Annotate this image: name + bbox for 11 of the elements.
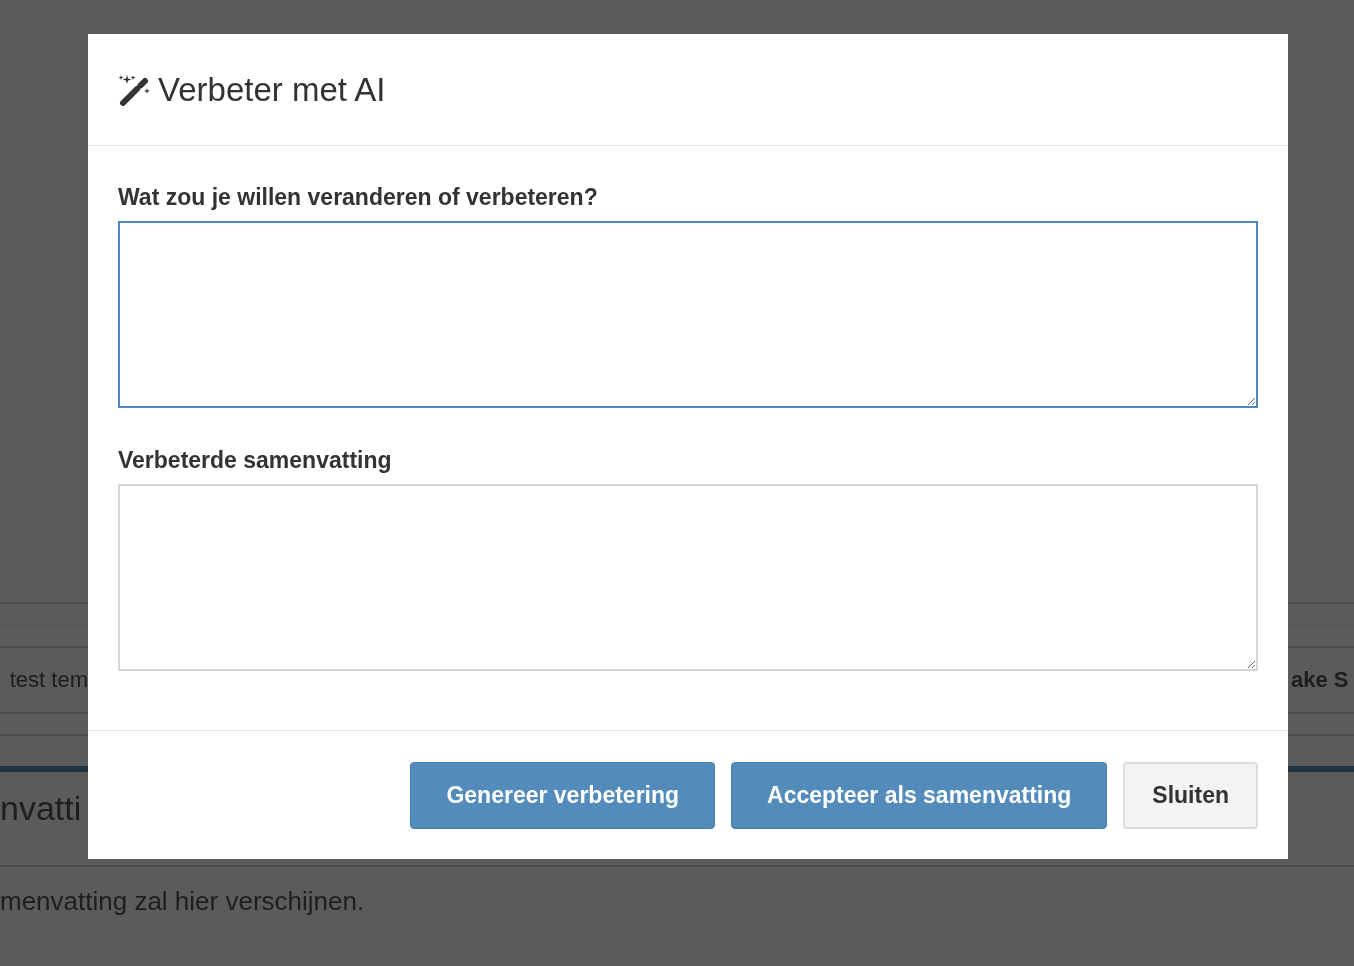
table-cell-text: test tem <box>9 667 88 693</box>
section-heading: nvatti <box>0 788 82 828</box>
summary-message: menvatting zal hier verschijnen. <box>0 885 365 917</box>
dialog-button[interactable]: Genereer verbetering <box>410 761 716 829</box>
dialog-button[interactable]: Accepteer als samenvatting <box>731 761 1108 829</box>
dialog-button[interactable]: Sluiten <box>1123 761 1258 829</box>
field-label: Verbeterde samenvatting <box>118 447 393 473</box>
table-action-text: ake S <box>1291 667 1349 692</box>
dialog-title: Verbeter met AI <box>158 70 386 109</box>
text-area-field[interactable] <box>118 221 1258 408</box>
field-label: Wat zou je willen veranderen of verbeteren? <box>118 184 599 210</box>
